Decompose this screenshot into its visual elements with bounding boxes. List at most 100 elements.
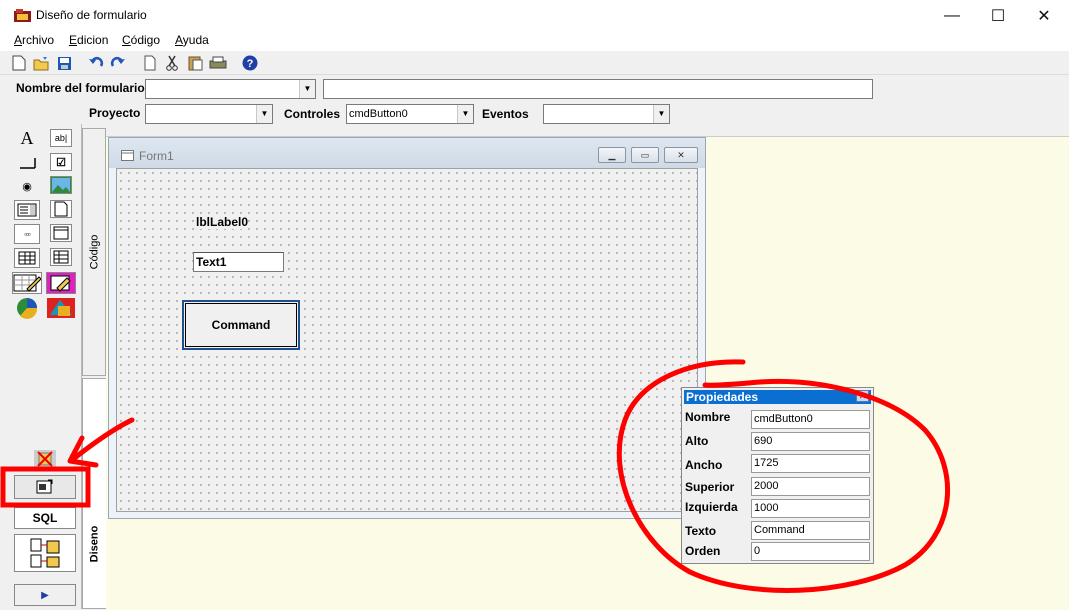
cut-button[interactable]: [163, 54, 181, 72]
minimize-icon: ▁: [608, 149, 616, 160]
properties-toggle-button[interactable]: [14, 475, 76, 499]
tool-textbox[interactable]: ab|: [50, 129, 72, 147]
view-tabs: Código Diseno: [82, 124, 106, 609]
paste-button[interactable]: [186, 54, 204, 72]
form-close-button[interactable]: ✕: [664, 147, 698, 163]
tool-edit-color[interactable]: [46, 272, 76, 294]
tool-frame[interactable]: [50, 200, 72, 218]
tool-edit-grid[interactable]: [12, 272, 42, 294]
print-button[interactable]: [209, 54, 227, 72]
chevron-down-icon[interactable]: ▼: [299, 80, 315, 98]
menu-ayuda[interactable]: Ayuda: [175, 33, 209, 47]
edit-color-icon: [50, 275, 71, 292]
properties-form-icon: [36, 479, 53, 494]
tool-grid[interactable]: ▫▫▫: [14, 224, 40, 244]
maximize-button[interactable]: ☐: [975, 0, 1021, 31]
toolbar: ?: [0, 51, 1069, 75]
project-combo[interactable]: ▼: [145, 104, 273, 124]
save-icon: [57, 56, 71, 70]
close-icon: ✕: [1037, 7, 1051, 25]
tool-chart[interactable]: [12, 297, 42, 319]
form-canvas[interactable]: lblLabel0 Text1 Command: [116, 168, 698, 512]
tool-shapes[interactable]: [46, 297, 76, 319]
prop-input-texto[interactable]: Command: [751, 521, 870, 540]
redo-button[interactable]: [109, 54, 127, 72]
tool-listbox[interactable]: [14, 200, 40, 220]
tab-codigo[interactable]: Código: [82, 128, 106, 376]
minimize-button[interactable]: —: [929, 0, 975, 31]
play-button[interactable]: ▶: [14, 584, 76, 606]
form-maximize-button[interactable]: ▭: [631, 147, 659, 163]
table-tool-icon: [18, 251, 36, 265]
label-tool-icon: A: [20, 127, 34, 148]
close-button[interactable]: ✕: [1021, 0, 1067, 31]
prop-name-alto: Alto: [685, 434, 709, 448]
controls-label: Controles: [284, 107, 341, 121]
play-icon: ▶: [41, 589, 49, 601]
chevron-down-icon[interactable]: ▼: [653, 105, 669, 123]
delete-control-button[interactable]: [34, 450, 56, 468]
relations-icon: [30, 538, 60, 568]
prop-input-superior[interactable]: 2000: [751, 477, 870, 496]
menu-codigo[interactable]: Código: [122, 33, 160, 47]
form-label-control[interactable]: lblLabel0: [196, 215, 249, 229]
menu-bar: Archivo Edicion Código Ayuda: [0, 31, 1069, 51]
prop-input-orden[interactable]: 0: [751, 542, 870, 561]
form-caption-input[interactable]: [323, 79, 873, 99]
prop-input-izquierda[interactable]: 1000: [751, 499, 870, 518]
form-name-combo[interactable]: ▼: [145, 79, 316, 99]
chevron-down-icon[interactable]: ▼: [256, 105, 272, 123]
tool-checkbox[interactable]: ☑: [50, 153, 72, 171]
undo-button[interactable]: [87, 54, 105, 72]
new-file-button[interactable]: [10, 54, 28, 72]
tool-image[interactable]: [50, 176, 72, 194]
properties-panel: Propiedades ✕ Nombre cmdButton0 Alto 690…: [681, 387, 874, 564]
properties-close-button[interactable]: ✕: [856, 390, 869, 402]
menu-archivo[interactable]: Archivo: [14, 33, 54, 47]
form-textbox-control[interactable]: Text1: [193, 252, 284, 272]
prop-input-ancho[interactable]: 1725: [751, 454, 870, 473]
form-minimize-button[interactable]: ▁: [598, 147, 626, 163]
events-combo[interactable]: ▼: [543, 104, 670, 124]
toolbox: A ab| ☑ ◉ ▫▫▫ SQL ▶: [8, 124, 82, 609]
copy-icon: [144, 55, 156, 71]
chevron-down-icon[interactable]: ▼: [457, 105, 473, 123]
prop-name-izquierda: Izquierda: [685, 500, 738, 514]
redo-icon: [110, 56, 125, 67]
prop-name-ancho: Ancho: [685, 458, 723, 472]
app-icon: [14, 9, 31, 22]
open-folder-icon: [33, 56, 48, 70]
tool-table-b[interactable]: [50, 248, 72, 266]
form-title-bar[interactable]: Form1 ▁ ▭ ✕: [109, 138, 705, 168]
tool-radio[interactable]: ◉: [14, 176, 40, 196]
maximize-icon: ▭: [640, 149, 650, 160]
checkbox-tool-icon: ☑: [56, 156, 66, 169]
tool-line[interactable]: [14, 153, 40, 173]
controls-combo[interactable]: cmdButton0 ▼: [346, 104, 474, 124]
save-button[interactable]: [55, 54, 73, 72]
help-button[interactable]: ?: [241, 54, 259, 72]
sql-button[interactable]: SQL: [14, 507, 76, 529]
form-name-label: Nombre del formulario: [16, 81, 145, 95]
copy-button[interactable]: [141, 54, 159, 72]
menu-edicion[interactable]: Edicion: [69, 33, 108, 47]
form-window[interactable]: Form1 ▁ ▭ ✕ lblLabel0 Text1 Command: [108, 137, 706, 519]
tool-window[interactable]: [50, 224, 72, 242]
tool-table-a[interactable]: [14, 248, 40, 268]
prop-input-nombre[interactable]: cmdButton0: [751, 410, 870, 429]
relations-button[interactable]: [14, 534, 76, 572]
shapes-tool-icon: [47, 298, 75, 318]
tool-label[interactable]: A: [14, 128, 40, 148]
sql-button-label: SQL: [32, 511, 58, 525]
open-button[interactable]: [32, 54, 50, 72]
listbox-tool-icon: [17, 203, 37, 217]
prop-input-alto[interactable]: 690: [751, 432, 870, 451]
minimize-icon: —: [944, 6, 960, 24]
tab-diseno[interactable]: Diseno: [82, 378, 106, 609]
window-title: Diseño de formulario: [36, 8, 147, 22]
paste-icon: [188, 56, 202, 71]
line-tool-icon: [20, 158, 36, 169]
form-command-button[interactable]: Command: [182, 300, 300, 350]
title-bar: Diseño de formulario — ☐ ✕: [0, 0, 1069, 31]
prop-name-orden: Orden: [685, 544, 721, 558]
